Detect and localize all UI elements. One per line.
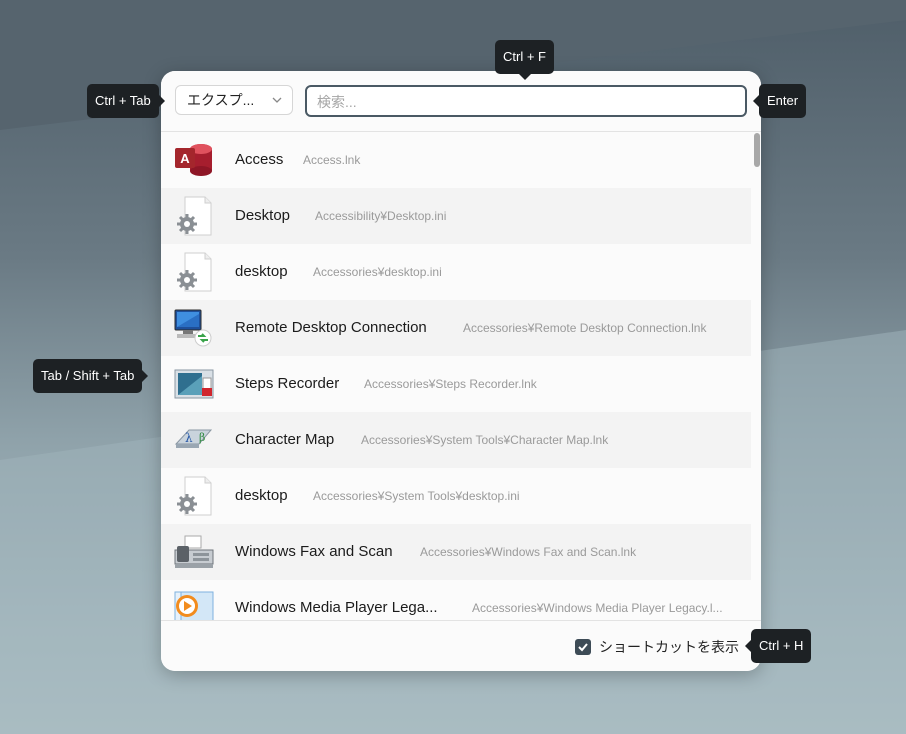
item-path: Accessibility¥Desktop.ini bbox=[315, 209, 447, 223]
category-dropdown-label: エクスプ... bbox=[187, 92, 255, 108]
item-path: Accessories¥Steps Recorder.lnk bbox=[364, 377, 537, 391]
tooltip-arrow bbox=[158, 95, 165, 107]
dropdown-hint-tooltip: Ctrl + Tab bbox=[87, 84, 165, 118]
list-hint-tooltip: Tab / Shift + Tab bbox=[33, 359, 149, 393]
settings-file-icon bbox=[177, 476, 212, 516]
item-path: Accessories¥System Tools¥Character Map.l… bbox=[361, 433, 609, 447]
item-name: Desktop bbox=[235, 207, 291, 224]
launcher-panel: エクスプ... A Access Access.lnk bbox=[161, 71, 761, 671]
show-shortcuts-label: ショートカットを表示 bbox=[599, 639, 739, 655]
list-item[interactable]: λ β Character Map Accessories¥System Too… bbox=[161, 412, 751, 468]
media-player-icon bbox=[174, 591, 214, 620]
results-scrollbar[interactable] bbox=[753, 132, 761, 620]
item-name: Access bbox=[235, 151, 284, 168]
svg-text:λ: λ bbox=[185, 431, 193, 445]
item-name: Steps Recorder bbox=[235, 375, 340, 392]
item-name: desktop bbox=[235, 263, 288, 280]
item-name: Remote Desktop Connection bbox=[235, 319, 427, 336]
settings-file-icon bbox=[177, 196, 212, 236]
search-hint-text: Ctrl + F bbox=[503, 49, 546, 64]
list-item[interactable]: Remote Desktop Connection Accessories¥Re… bbox=[161, 300, 751, 356]
tooltip-arrow bbox=[142, 370, 149, 382]
settings-file-icon bbox=[177, 252, 212, 292]
svg-text:A: A bbox=[180, 151, 190, 166]
tooltip-arrow bbox=[745, 640, 751, 652]
search-hint-tooltip: Ctrl + F bbox=[495, 40, 554, 80]
chevron-down-icon bbox=[272, 97, 282, 103]
tooltip-arrow bbox=[519, 74, 531, 80]
results-list: A Access Access.lnk Desktop Accessibilit… bbox=[161, 132, 761, 620]
list-item[interactable]: desktop Accessories¥System Tools¥desktop… bbox=[161, 468, 751, 524]
enter-hint-text: Enter bbox=[767, 93, 799, 108]
show-shortcuts-checkbox[interactable] bbox=[575, 639, 591, 655]
list-item[interactable]: A Access Access.lnk bbox=[161, 132, 751, 188]
list-item[interactable]: Desktop Accessibility¥Desktop.ini bbox=[161, 188, 751, 244]
search-input[interactable] bbox=[307, 87, 719, 117]
list-item[interactable]: desktop Accessories¥desktop.ini bbox=[161, 244, 751, 300]
item-path: Accessories¥Remote Desktop Connection.ln… bbox=[463, 321, 707, 335]
steps-recorder-icon bbox=[174, 369, 214, 399]
svg-text:β: β bbox=[199, 431, 205, 444]
remote-desktop-icon bbox=[174, 309, 212, 347]
fax-scanner-icon bbox=[174, 535, 214, 568]
list-item[interactable]: Windows Media Player Lega... Accessories… bbox=[161, 580, 751, 620]
access-icon: A bbox=[175, 144, 212, 176]
list-item[interactable]: Steps Recorder Accessories¥Steps Recorde… bbox=[161, 356, 751, 412]
item-name: Windows Fax and Scan bbox=[235, 543, 393, 560]
list-item[interactable]: Windows Fax and Scan Accessories¥Windows… bbox=[161, 524, 751, 580]
item-path: Accessories¥Windows Media Player Legacy.… bbox=[472, 601, 723, 615]
checkbox-hint-tooltip: Ctrl + H bbox=[745, 629, 812, 663]
checkmark-icon bbox=[578, 643, 588, 652]
category-dropdown[interactable]: エクスプ... bbox=[175, 85, 293, 115]
scroll-thumb[interactable] bbox=[754, 133, 760, 167]
item-name: desktop bbox=[235, 487, 288, 504]
item-path: Accessories¥Windows Fax and Scan.lnk bbox=[420, 545, 637, 559]
item-path: Accessories¥System Tools¥desktop.ini bbox=[313, 489, 520, 503]
tooltip-arrow bbox=[753, 95, 759, 107]
item-path: Accessories¥desktop.ini bbox=[313, 265, 442, 279]
item-name: Windows Media Player Lega... bbox=[235, 599, 438, 616]
item-name: Character Map bbox=[235, 431, 335, 448]
toolbar: エクスプ... bbox=[161, 71, 761, 132]
character-map-icon: λ β bbox=[174, 429, 213, 448]
enter-hint-tooltip: Enter bbox=[753, 84, 807, 118]
checkbox-hint-text: Ctrl + H bbox=[759, 638, 804, 653]
dropdown-hint-text: Ctrl + Tab bbox=[95, 93, 151, 108]
search-box[interactable] bbox=[305, 85, 747, 117]
list-hint-text: Tab / Shift + Tab bbox=[41, 368, 135, 383]
footer: ショートカットを表示 bbox=[161, 620, 761, 671]
item-path: Access.lnk bbox=[303, 153, 361, 167]
